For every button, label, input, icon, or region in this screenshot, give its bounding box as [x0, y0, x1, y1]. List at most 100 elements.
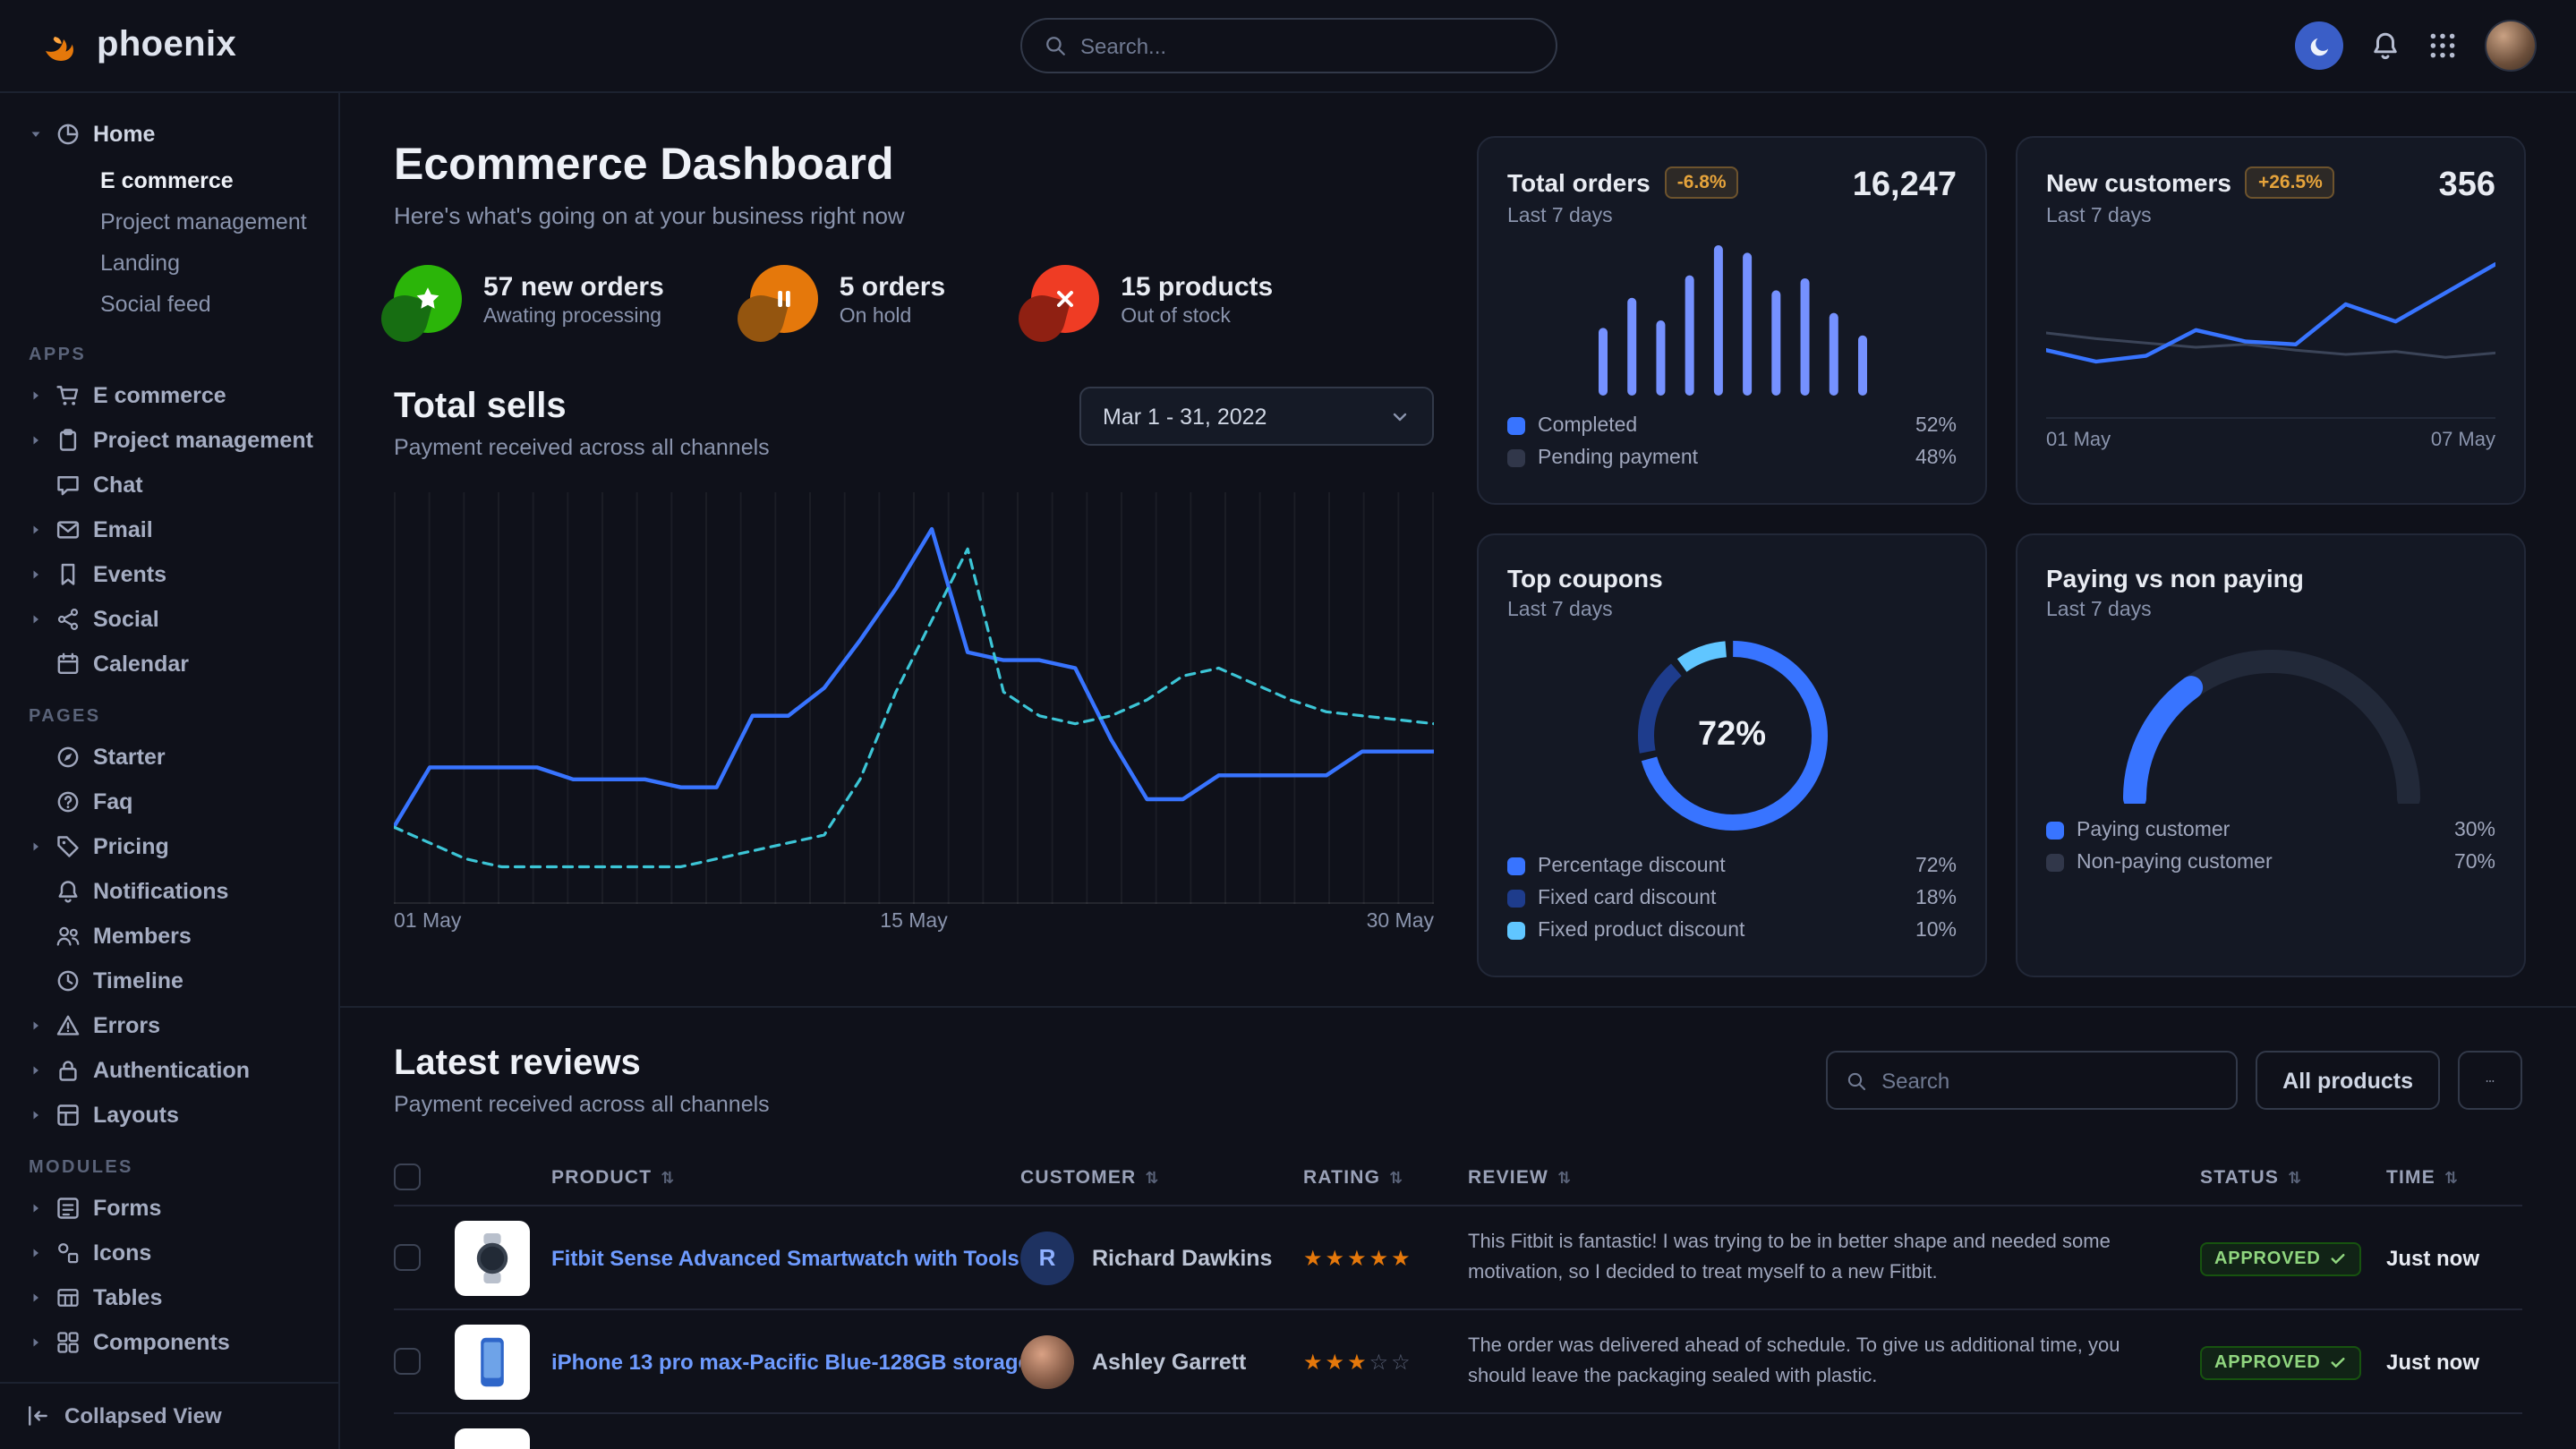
sidebar-item[interactable]: Events	[18, 551, 324, 596]
legend-value: 70%	[2454, 852, 2495, 874]
sidebar-subitem[interactable]: Social feed	[18, 283, 324, 324]
legend-label: Fixed product discount	[1538, 920, 1744, 942]
legend-value: 72%	[1915, 856, 1957, 877]
total-sells-titles: Total sells Payment received across all …	[394, 387, 770, 460]
status-label: APPROVED	[2214, 1352, 2321, 1372]
date-range-value: Mar 1 - 31, 2022	[1103, 404, 1267, 429]
stat-text: 5 orders On hold	[840, 271, 945, 327]
global-search-input[interactable]	[1080, 33, 1533, 58]
sidebar-item-label: Icons	[93, 1240, 151, 1265]
sidebar-item[interactable]: Icons	[18, 1230, 324, 1274]
legend-item: Completed 52%	[1507, 410, 1957, 442]
star-filled-icon: ★	[1303, 1349, 1326, 1374]
rating-stars: ★★★★★	[1303, 1245, 1468, 1270]
user-avatar[interactable]	[2485, 20, 2537, 72]
check-icon	[2330, 1249, 2348, 1267]
sidebar-section-modules: MODULES	[29, 1158, 324, 1178]
sidebar-item[interactable]: Social	[18, 596, 324, 641]
main-content: Ecommerce Dashboard Here's what's going …	[340, 93, 2576, 1449]
card-head-left: Total orders -6.8% Last 7 days	[1507, 166, 1739, 227]
legend: Paying customer 30% Non-paying customer …	[2046, 814, 2495, 879]
lock-icon	[55, 1057, 81, 1082]
sidebar-item[interactable]: Errors	[18, 1002, 324, 1047]
sidebar-item[interactable]: Email	[18, 507, 324, 551]
sidebar-item[interactable]: Layouts	[18, 1092, 324, 1137]
legend: Percentage discount 72% Fixed card disco…	[1507, 850, 1957, 947]
legend-swatch	[1507, 417, 1525, 435]
select-all-checkbox[interactable]	[394, 1163, 421, 1190]
sidebar-item[interactable]: Timeline	[18, 958, 324, 1002]
sidebar-item[interactable]: Starter	[18, 734, 324, 779]
brand[interactable]: phoenix	[39, 24, 340, 67]
x-tick: 15 May	[880, 911, 947, 933]
product-thumbnail	[455, 1324, 530, 1399]
sidebar-item[interactable]: Project management	[18, 417, 324, 462]
sidebar-item[interactable]: Authentication	[18, 1047, 324, 1092]
sidebar-item[interactable]: Faq	[18, 779, 324, 823]
chevron-down-icon	[1389, 405, 1411, 427]
column-status[interactable]: STATUS	[2200, 1166, 2386, 1188]
sidebar-item[interactable]: Members	[18, 913, 324, 958]
form-icon	[55, 1195, 81, 1220]
sidebar-subitem[interactable]: Landing	[18, 242, 324, 283]
apps-grid-button[interactable]	[2427, 30, 2458, 61]
collapsed-view-toggle[interactable]: Collapsed View	[0, 1381, 338, 1449]
card-head: Total orders -6.8% Last 7 days 16,247	[1507, 166, 1957, 227]
product-link[interactable]: iPhone 13 pro max-Pacific Blue-128GB sto…	[551, 1349, 1020, 1374]
sidebar-item[interactable]: Tables	[18, 1274, 324, 1319]
legend-swatch	[1507, 449, 1525, 467]
sidebar-item[interactable]: Components	[18, 1319, 324, 1364]
column-review[interactable]: REVIEW	[1468, 1166, 2200, 1188]
legend-value: 10%	[1915, 920, 1957, 942]
more-actions-button[interactable]	[2458, 1051, 2522, 1110]
sidebar-subitem[interactable]: Project management	[18, 200, 324, 242]
row-checkbox[interactable]	[394, 1348, 421, 1375]
legend-swatch	[1507, 922, 1525, 940]
sidebar-section-pages: PAGES	[29, 707, 324, 727]
review-text: This Fitbit is fantastic! I was trying t…	[1468, 1228, 2200, 1287]
legend-value: 30%	[2454, 820, 2495, 841]
column-product[interactable]: PRODUCT	[551, 1166, 1020, 1188]
sidebar-item[interactable]: Forms	[18, 1185, 324, 1230]
legend-swatch	[2046, 854, 2064, 872]
global-search[interactable]	[1019, 18, 1557, 73]
legend-label: Pending payment	[1538, 447, 1698, 469]
star-filled-icon: ★	[1369, 1245, 1392, 1270]
column-rating[interactable]: RATING	[1303, 1166, 1468, 1188]
stat-text: 57 new orders Awating processing	[483, 271, 664, 327]
stat-value: 57 new orders	[483, 271, 664, 302]
sidebar-item[interactable]: Chat	[18, 462, 324, 507]
reviews-search[interactable]	[1826, 1051, 2238, 1110]
puzzle-icon	[55, 1329, 81, 1354]
all-products-button[interactable]: All products	[2256, 1051, 2440, 1110]
sidebar-item[interactable]: Pricing	[18, 823, 324, 868]
sidebar-subitem[interactable]: E commerce	[18, 159, 324, 200]
caret-right-icon	[29, 1245, 43, 1259]
theme-toggle-button[interactable]	[2295, 21, 2343, 70]
column-time[interactable]: TIME	[2386, 1166, 2522, 1188]
sidebar-item-label: Tables	[93, 1284, 162, 1309]
column-customer[interactable]: CUSTOMER	[1020, 1166, 1303, 1188]
stat-label: On hold	[840, 305, 945, 327]
tag-icon	[55, 833, 81, 858]
row-checkbox[interactable]	[394, 1244, 421, 1271]
paying-gauge-svg	[2119, 646, 2423, 804]
sidebar-item-label: Errors	[93, 1012, 160, 1037]
notifications-button[interactable]	[2370, 30, 2401, 61]
date-range-select[interactable]: Mar 1 - 31, 2022	[1079, 387, 1434, 446]
cart-icon	[55, 382, 81, 407]
x-tick: 30 May	[1367, 911, 1434, 933]
sidebar-item[interactable]: Calendar	[18, 641, 324, 686]
reviews-subtitle: Payment received across all channels	[394, 1092, 770, 1117]
sidebar-item-label: Email	[93, 516, 153, 541]
home-subitems: E commerce Project management Landing So…	[18, 159, 324, 324]
product-link[interactable]: Fitbit Sense Advanced Smartwatch with To…	[551, 1245, 1020, 1270]
sidebar-item-home[interactable]: Home	[18, 111, 324, 156]
delta-badge: +26.5%	[2246, 166, 2335, 199]
sidebar-item[interactable]: Notifications	[18, 868, 324, 913]
sidebar-item[interactable]: E commerce	[18, 372, 324, 417]
caret-right-icon	[29, 432, 43, 447]
reviews-search-input[interactable]	[1881, 1068, 2218, 1093]
total-sells-header: Total sells Payment received across all …	[394, 387, 1434, 460]
stat-value: 5 orders	[840, 271, 945, 302]
